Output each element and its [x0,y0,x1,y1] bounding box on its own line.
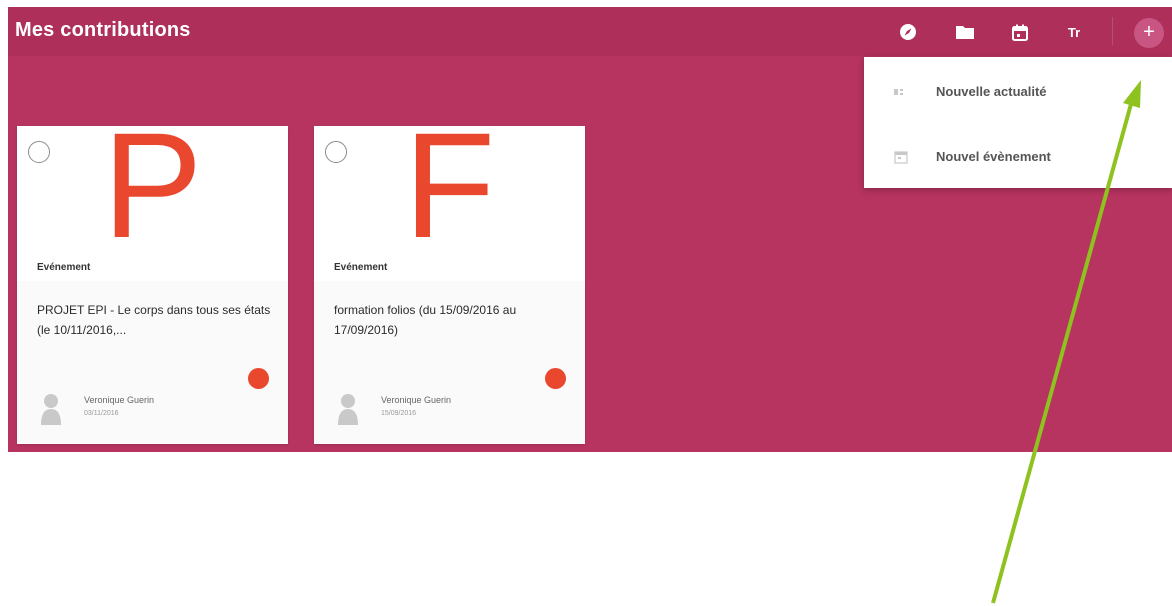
annotation-arrow [991,80,1141,604]
